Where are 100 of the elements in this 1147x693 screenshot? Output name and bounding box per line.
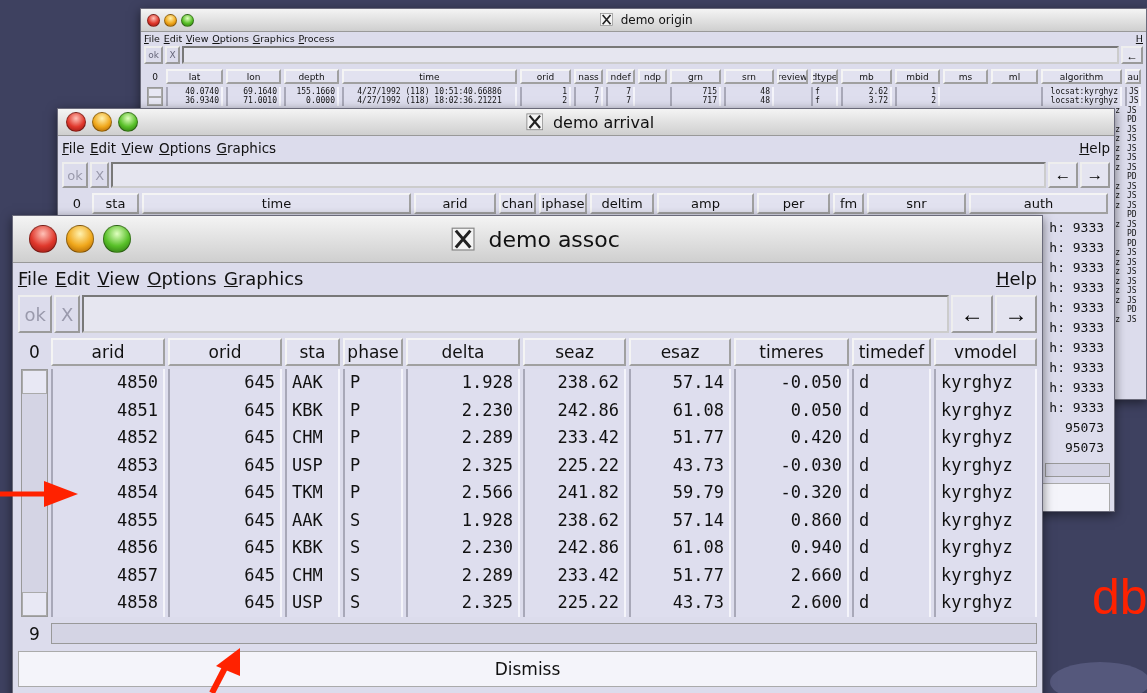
column-header[interactable]: seaz — [523, 338, 626, 366]
zoom-icon[interactable] — [118, 112, 138, 132]
column-header[interactable]: arid — [414, 193, 496, 214]
table-cell: 2.660 — [734, 561, 849, 589]
table-cell: z — [1115, 268, 1120, 277]
menu-item[interactable]: Options — [147, 267, 217, 289]
forward-button[interactable]: → — [995, 295, 1037, 333]
column-header[interactable]: sta — [92, 193, 139, 214]
menu-item[interactable]: Edit — [55, 267, 91, 289]
back-button[interactable]: ← — [951, 295, 993, 333]
help-menu[interactable]: Help — [995, 267, 1037, 289]
column-header[interactable]: snr — [867, 193, 966, 214]
column-header[interactable]: grn — [670, 69, 721, 84]
menu-item[interactable]: Edit — [90, 140, 117, 156]
minimize-icon[interactable] — [92, 112, 112, 132]
help-menu[interactable]: Help — [1079, 140, 1110, 156]
column-header[interactable]: mb — [841, 69, 892, 84]
minimize-icon[interactable] — [66, 225, 94, 253]
table-cell: 4857 — [51, 561, 165, 589]
column-header[interactable]: phase — [343, 338, 403, 366]
zoom-icon[interactable] — [103, 225, 131, 253]
column-header[interactable]: ndp — [638, 69, 667, 84]
column-header[interactable]: orid — [520, 69, 571, 84]
table-cell: 2.230 — [406, 396, 520, 424]
column-header[interactable]: amp — [657, 193, 754, 214]
table-cell: JS — [1127, 125, 1137, 134]
column-header[interactable]: lon — [226, 69, 281, 84]
table-cell: P — [343, 451, 403, 479]
forward-button[interactable]: → — [1080, 162, 1110, 188]
column-header[interactable]: sta — [285, 338, 340, 366]
table-cell: h: 9333 — [1049, 400, 1105, 414]
column-header[interactable]: srn — [724, 69, 774, 84]
menu-item[interactable]: File — [144, 32, 160, 44]
horizontal-scrollbar[interactable] — [1045, 462, 1110, 478]
menu-item[interactable]: Graphics — [216, 140, 277, 156]
column-header[interactable]: fm — [833, 193, 864, 214]
minimize-icon[interactable] — [164, 13, 177, 27]
row-count: 0 — [71, 195, 83, 213]
close-icon[interactable] — [147, 13, 160, 27]
column-header[interactable]: vmodel — [934, 338, 1037, 366]
column-header[interactable]: orid — [168, 338, 282, 366]
horizontal-scrollbar[interactable] — [51, 623, 1037, 644]
command-field[interactable] — [111, 162, 1046, 188]
table-cell: 1.928 — [406, 369, 520, 397]
column-header[interactable]: deltim — [590, 193, 654, 214]
menu-item[interactable]: Process — [298, 32, 335, 44]
column-header[interactable]: ndef — [606, 69, 635, 84]
command-field[interactable] — [181, 46, 1119, 64]
column-header[interactable]: au — [1125, 69, 1141, 84]
close-icon[interactable] — [66, 112, 86, 132]
table-cell: z — [1115, 135, 1120, 144]
column-header[interactable]: arid — [51, 338, 165, 366]
menu-item[interactable]: Edit — [163, 32, 183, 44]
column-header[interactable]: mbid — [895, 69, 940, 84]
menu-item[interactable]: View — [121, 140, 154, 156]
table-cell: JS — [1127, 249, 1137, 258]
menu-item[interactable]: File — [18, 267, 49, 289]
menu-item[interactable]: Graphics — [252, 32, 295, 44]
table-cell: JS — [1127, 296, 1137, 305]
vertical-scrollbar[interactable] — [147, 87, 163, 106]
column-header[interactable]: timedef — [852, 338, 931, 366]
close-icon[interactable] — [29, 225, 57, 253]
back-button[interactable]: ← — [1048, 162, 1078, 188]
column-header[interactable]: ms — [943, 69, 988, 84]
table-cell: kyrghyz — [934, 534, 1037, 562]
column-header[interactable]: depth — [284, 69, 339, 84]
column-header[interactable]: ml — [991, 69, 1038, 84]
menu-item[interactable]: View — [185, 32, 209, 44]
command-field[interactable] — [81, 295, 949, 333]
column-header[interactable]: lat — [166, 69, 223, 84]
column-header[interactable]: auth — [969, 193, 1108, 214]
column-header[interactable]: delta — [406, 338, 520, 366]
column-header[interactable]: esaz — [629, 338, 731, 366]
table-cell: 7 — [574, 87, 603, 97]
back-button[interactable]: ← — [1121, 46, 1143, 64]
table-cell: 241.82 — [523, 479, 626, 507]
table-cell: 0.940 — [734, 534, 849, 562]
column-header[interactable]: time — [142, 193, 411, 214]
menu-item[interactable]: Options — [159, 140, 212, 156]
column-header[interactable]: timeres — [734, 338, 849, 366]
window-icon — [600, 13, 614, 27]
help-menu[interactable]: H — [1135, 32, 1143, 44]
zoom-icon[interactable] — [181, 13, 194, 27]
dismiss-button[interactable]: Dismiss — [18, 650, 1037, 687]
table-cell: 4851 — [51, 396, 165, 424]
table-cell: 645 — [168, 479, 282, 507]
column-header[interactable]: chan — [499, 193, 536, 214]
column-header[interactable]: per — [757, 193, 830, 214]
column-header[interactable]: time — [342, 69, 517, 84]
menu-item[interactable]: Graphics — [223, 267, 304, 289]
column-header[interactable]: iphase — [539, 193, 587, 214]
row-count: 0 — [28, 341, 41, 364]
menu-item[interactable]: File — [62, 140, 85, 156]
column-header[interactable]: algorithm — [1041, 69, 1122, 84]
menu-item[interactable]: View — [97, 267, 141, 289]
vertical-scrollbar[interactable] — [21, 369, 48, 617]
column-header[interactable]: nass — [574, 69, 603, 84]
table-cell: JS — [1127, 201, 1137, 210]
menu-item[interactable]: Options — [212, 32, 249, 44]
table-cell: h: 9333 — [1049, 340, 1105, 354]
